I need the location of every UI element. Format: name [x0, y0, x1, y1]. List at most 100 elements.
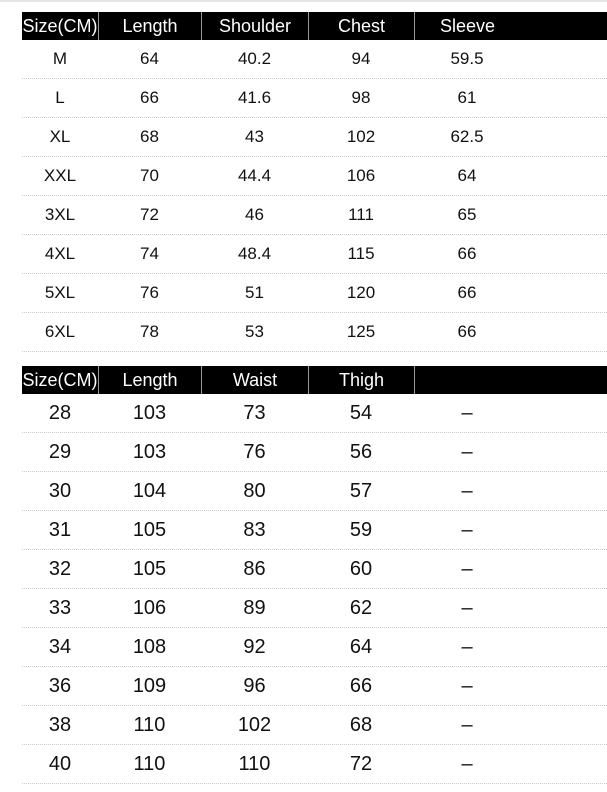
table-row: 29 103 76 56 –	[22, 433, 607, 472]
table-row: L 66 41.6 98 61	[22, 79, 607, 118]
table-cell: 115	[347, 244, 375, 263]
table-cell: 29	[48, 440, 72, 463]
table-cell: 105	[132, 518, 167, 541]
table-cell: 73	[243, 401, 266, 424]
table-cell: 111	[348, 205, 374, 224]
column-header: Size(CM)	[22, 369, 98, 390]
table-cell: XXL	[43, 166, 77, 185]
table-cell: 108	[132, 635, 167, 658]
table-cell: 32	[48, 557, 72, 580]
table-cell: 66	[457, 244, 477, 263]
table-cell: 103	[132, 440, 167, 463]
table-cell: 53	[245, 322, 264, 341]
table-cell: 72	[140, 205, 159, 224]
table-row: 3XL 72 46 111 65	[22, 196, 607, 235]
table-cell: 43	[245, 127, 264, 146]
table-row: 33 106 89 62 –	[22, 589, 607, 628]
table-cell: 59	[349, 518, 373, 541]
table-cell: 125	[346, 322, 376, 341]
top-table-header: Size(CM) Length Shoulder Chest Sleeve	[22, 12, 607, 40]
table-row: 32 105 86 60 –	[22, 550, 607, 589]
table-row: 6XL 78 53 125 66	[22, 313, 607, 352]
table-cell: 28	[48, 401, 72, 424]
table-cell: –	[461, 752, 473, 775]
table-row: 30 104 80 57 –	[22, 472, 607, 511]
table-cell: 65	[457, 205, 477, 224]
table-cell: –	[461, 674, 473, 697]
column-header: Size(CM)	[22, 15, 98, 36]
table-cell: 109	[132, 674, 167, 697]
table-cell: 31	[48, 518, 72, 541]
table-cell: –	[461, 596, 473, 619]
column-header: Length	[98, 366, 201, 394]
table-cell: 57	[349, 479, 373, 502]
table-cell: 64	[140, 49, 159, 68]
table-cell: 59.5	[450, 49, 484, 68]
table-row: XXL 70 44.4 106 64	[22, 157, 607, 196]
table-cell: M	[52, 49, 68, 68]
top-size-table: Size(CM) Length Shoulder Chest Sleeve M 64 40.…	[22, 12, 607, 352]
table-cell: 89	[243, 596, 266, 619]
table-cell: 48.4	[237, 244, 272, 263]
table-cell: –	[461, 479, 473, 502]
table-cell: 38	[48, 713, 72, 736]
table-cell: 76	[243, 440, 266, 463]
table-cell: 40	[48, 752, 72, 775]
table-cell: 64	[349, 635, 373, 658]
table-cell: 41.6	[237, 88, 272, 107]
table-cell: –	[461, 713, 473, 736]
table-cell: 74	[140, 244, 159, 263]
table-cell: XL	[49, 127, 71, 146]
table-cell: 98	[351, 88, 371, 107]
table-cell: 62.5	[450, 127, 484, 146]
column-header: Thigh	[308, 366, 414, 394]
column-header: Shoulder	[201, 12, 308, 40]
table-cell: 66	[349, 674, 373, 697]
table-cell: 56	[349, 440, 373, 463]
table-row: 31 105 83 59 –	[22, 511, 607, 550]
table-cell: 3XL	[44, 205, 76, 224]
table-cell: 64	[457, 166, 477, 185]
table-cell: 70	[140, 166, 159, 185]
table-cell: 66	[140, 88, 159, 107]
column-header: Waist	[201, 366, 308, 394]
table-row: 34 108 92 64 –	[22, 628, 607, 667]
table-cell: 66	[457, 283, 477, 302]
table-cell: 62	[349, 596, 373, 619]
table-row: 4XL 74 48.4 115 66	[22, 235, 607, 274]
table-row: M 64 40.2 94 59.5	[22, 40, 607, 79]
bottom-size-table: Size(CM) Length Waist Thigh 28 103 73 54 – 29 103…	[22, 366, 607, 784]
table-cell: 102	[237, 713, 272, 736]
table-cell: 96	[243, 674, 266, 697]
table-cell: 86	[243, 557, 266, 580]
table-row: 40 110 110 72 –	[22, 745, 607, 784]
table-cell: 68	[349, 713, 373, 736]
table-row: 5XL 76 51 120 66	[22, 274, 607, 313]
table-cell: 110	[133, 752, 166, 775]
table-cell: 72	[349, 752, 373, 775]
table-cell: 4XL	[44, 244, 76, 263]
table-cell: 6XL	[44, 322, 76, 341]
table-cell: 78	[140, 322, 159, 341]
table-cell: 33	[48, 596, 72, 619]
table-cell: –	[461, 518, 473, 541]
table-cell: 60	[349, 557, 373, 580]
table-cell: –	[461, 440, 473, 463]
column-header: Sleeve	[414, 12, 520, 40]
table-cell: L	[55, 88, 65, 107]
table-cell: 110	[238, 752, 271, 775]
bottom-table-header: Size(CM) Length Waist Thigh	[22, 366, 607, 394]
table-row: XL 68 43 102 62.5	[22, 118, 607, 157]
table-row: 38 110 102 68 –	[22, 706, 607, 745]
column-header: Length	[98, 12, 201, 40]
table-cell: 106	[132, 596, 167, 619]
table-cell: 104	[132, 479, 167, 502]
table-cell: 68	[140, 127, 159, 146]
table-cell: 44.4	[237, 166, 272, 185]
table-cell: 76	[140, 283, 159, 302]
table-cell: 94	[351, 49, 371, 68]
table-cell: 83	[243, 518, 266, 541]
table-cell: 92	[243, 635, 266, 658]
table-cell: 40.2	[237, 49, 272, 68]
table-cell: 36	[48, 674, 72, 697]
